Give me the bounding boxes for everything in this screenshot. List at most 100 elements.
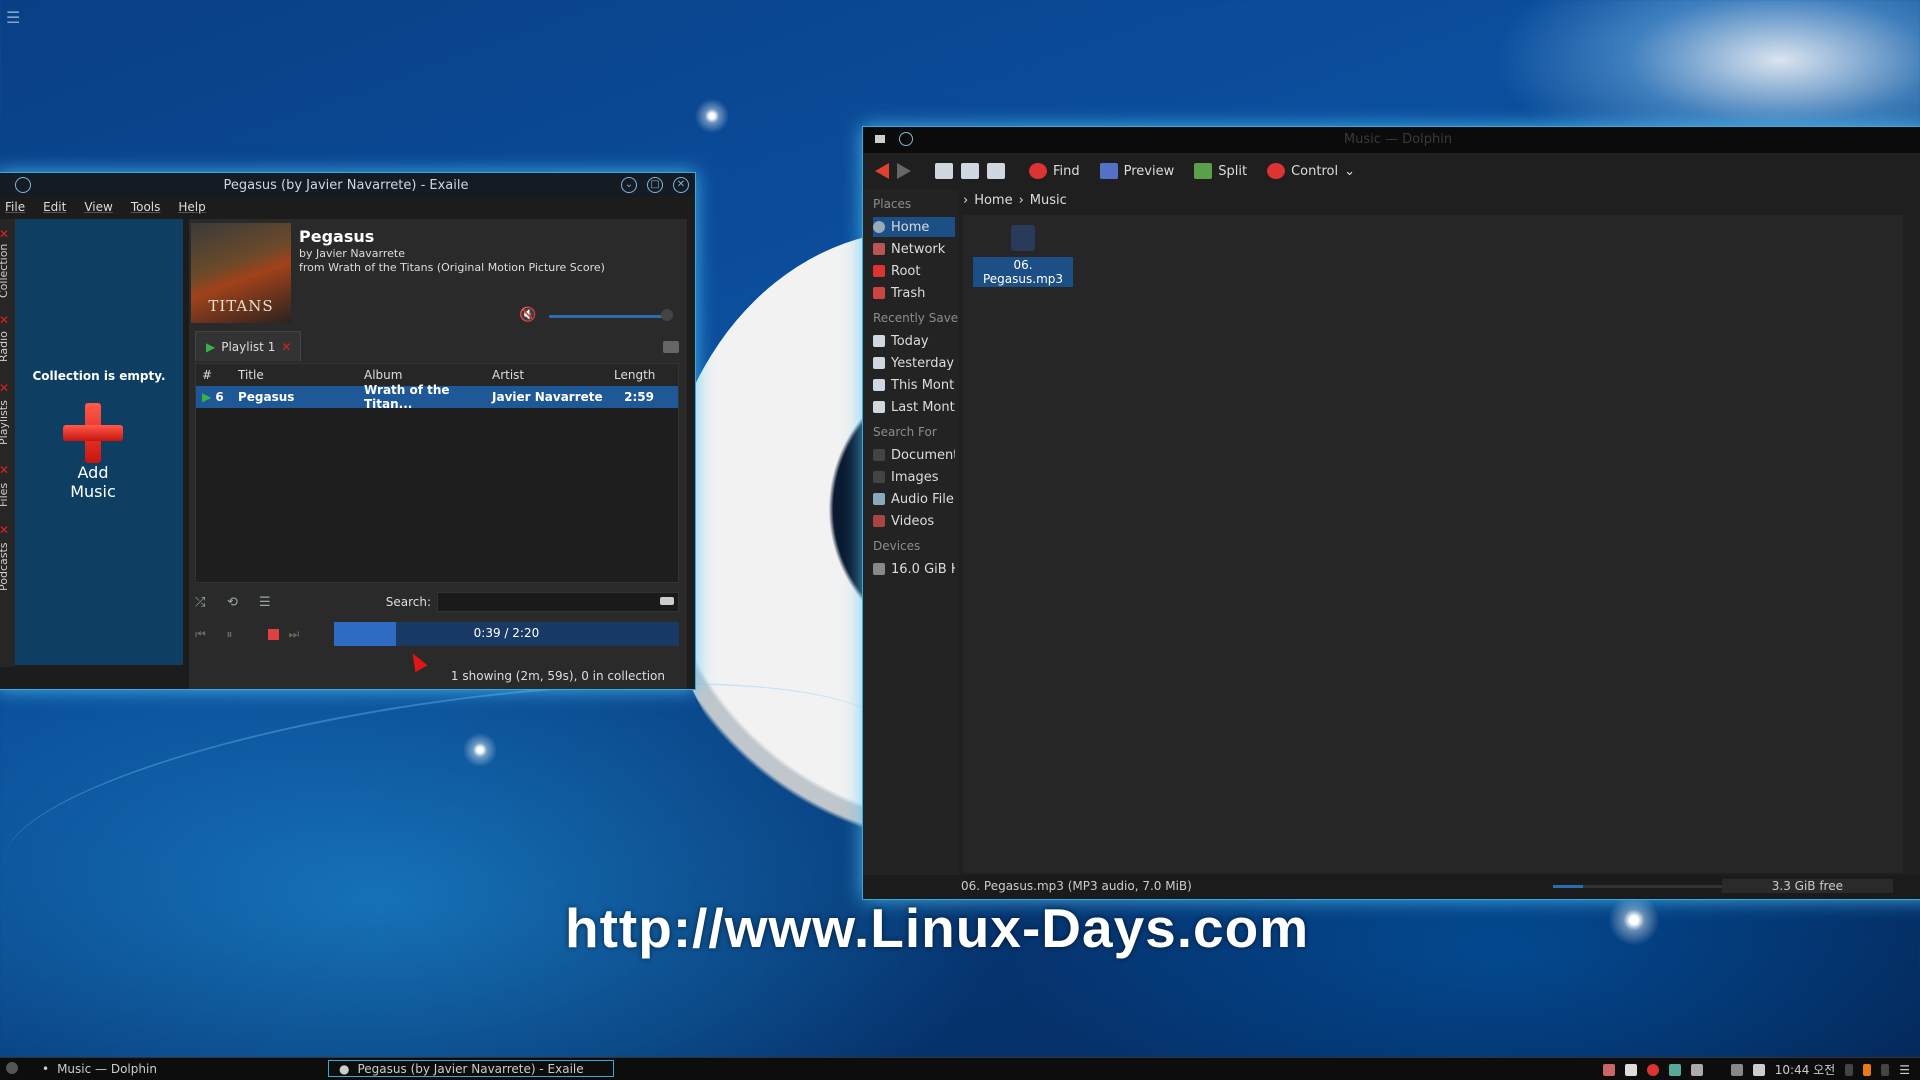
pause-icon[interactable]: ⏸	[226, 627, 257, 642]
task-dolphin[interactable]: • Music — Dolphin	[32, 1060, 322, 1077]
user-icon[interactable]	[1602, 1063, 1615, 1076]
control-button[interactable]: Control ⌄	[1261, 163, 1361, 179]
chevron-right-icon: ›	[1018, 193, 1024, 208]
menu-edit[interactable]: Edit	[43, 200, 66, 214]
recent-today[interactable]: Today	[873, 331, 955, 351]
place-trash[interactable]: Trash	[873, 283, 955, 303]
cover-title: TITANS	[208, 297, 274, 315]
preview-button[interactable]: Preview	[1094, 163, 1181, 179]
gear-icon	[1267, 163, 1286, 179]
column-length[interactable]: Length	[614, 368, 655, 382]
place-label: Root	[891, 263, 921, 279]
file-view[interactable]: 06. Pegasus.mp3	[963, 215, 1903, 873]
add-music-button[interactable]: Add Music	[53, 403, 133, 501]
x-icon[interactable]	[1624, 1063, 1637, 1076]
clock[interactable]: 10:44 오전	[1775, 1061, 1835, 1078]
tab-files[interactable]: Files	[0, 477, 15, 513]
calendar-icon	[873, 335, 885, 347]
tools-icon[interactable]	[1690, 1063, 1703, 1076]
search-documents[interactable]: Document	[873, 445, 955, 465]
search-audio[interactable]: Audio File	[873, 489, 955, 509]
menu-help[interactable]: Help	[178, 200, 205, 214]
close-tab-icon[interactable]: ✕	[0, 523, 11, 537]
dolphin-titlebar[interactable]: Music — Dolphin	[863, 127, 1920, 153]
search-videos[interactable]: Videos	[873, 511, 955, 531]
place-home[interactable]: Home	[873, 217, 955, 237]
shuffle-icon[interactable]: ⤮	[195, 595, 227, 610]
tab-playlists[interactable]: Playlists	[0, 395, 15, 451]
desktop-menu-icon[interactable]: ☰	[6, 8, 20, 27]
menu-icon[interactable]: ☰	[1899, 1063, 1910, 1077]
volume-slider[interactable]	[549, 315, 669, 318]
compact-view-icon[interactable]	[961, 163, 979, 179]
home-icon	[873, 221, 885, 233]
device-drive[interactable]: 16.0 GiB H	[873, 559, 955, 579]
column-artist[interactable]: Artist	[492, 368, 614, 382]
add-music-label: Add Music	[70, 463, 116, 501]
dynamic-icon[interactable]: ☰	[259, 595, 291, 610]
forward-icon[interactable]	[897, 163, 911, 179]
close-icon[interactable]: ✕	[673, 177, 689, 193]
clipboard-icon[interactable]	[1730, 1063, 1743, 1076]
volume-knob[interactable]	[661, 309, 673, 321]
tab-collection[interactable]: Collection	[0, 239, 15, 303]
playlist-menu-icon[interactable]	[663, 341, 679, 353]
volume-icon[interactable]: 🔇	[519, 307, 536, 323]
recent-this-month[interactable]: This Montl	[873, 375, 955, 395]
updates-icon[interactable]	[1752, 1063, 1765, 1076]
tab-playlist-1[interactable]: ▶ Playlist 1 ✕	[195, 331, 301, 361]
place-root[interactable]: Root	[873, 261, 955, 281]
file-item[interactable]: 06. Pegasus.mp3	[973, 225, 1073, 287]
calendar-icon	[873, 379, 885, 391]
row-length: 2:59	[624, 390, 654, 404]
launcher-icon[interactable]	[6, 1062, 18, 1074]
window-title: Pegasus (by Javier Navarrete) - Exaile	[223, 177, 469, 193]
exaile-titlebar[interactable]: Pegasus (by Javier Navarrete) - Exaile ⌄…	[0, 173, 695, 197]
system-tray: 10:44 오전 ☰	[1602, 1061, 1910, 1078]
next-icon[interactable]: ⏭	[289, 627, 320, 642]
zoom-slider[interactable]	[1553, 885, 1723, 888]
tab-radio[interactable]: Radio	[0, 327, 15, 367]
search-images[interactable]: Images	[873, 467, 955, 487]
menu-view[interactable]: View	[84, 200, 112, 214]
find-button[interactable]: Find	[1023, 163, 1086, 179]
column-album[interactable]: Album	[364, 368, 492, 382]
split-button[interactable]: Split	[1188, 163, 1253, 179]
close-icon[interactable]: ✕	[281, 340, 291, 354]
search-label: Audio File	[891, 491, 954, 507]
tab-podcasts[interactable]: Podcasts	[0, 537, 15, 597]
control-label: Control	[1291, 163, 1339, 179]
table-row[interactable]: ▶ 6 Pegasus Wrath of the Titan... Javier…	[196, 383, 678, 411]
menu-file[interactable]: File	[5, 200, 25, 214]
seek-bar[interactable]: 0:39 / 2:20	[333, 622, 679, 646]
prev-icon[interactable]: ⏮	[195, 627, 226, 642]
column-number[interactable]: #	[196, 368, 238, 382]
details-view-icon[interactable]	[987, 163, 1005, 179]
preview-icon	[1099, 163, 1118, 179]
pager-icon[interactable]	[1881, 1063, 1890, 1076]
battery-icon[interactable]	[1863, 1063, 1872, 1076]
close-tab-icon[interactable]: ✕	[0, 381, 11, 395]
close-tab-icon[interactable]: ✕	[0, 463, 11, 477]
task-exaile[interactable]: ● Pegasus (by Javier Navarrete) - Exaile	[328, 1060, 614, 1077]
place-network[interactable]: Network	[873, 239, 955, 259]
menu-tools[interactable]: Tools	[131, 200, 161, 214]
breadcrumb-music[interactable]: Music	[1030, 193, 1067, 208]
recent-last-month[interactable]: Last Mont	[873, 397, 955, 417]
stop-icon[interactable]	[267, 628, 279, 640]
column-title[interactable]: Title	[238, 368, 364, 382]
maximize-icon[interactable]: □	[647, 177, 663, 193]
recent-yesterday[interactable]: Yesterday	[873, 353, 955, 373]
record-icon[interactable]	[1646, 1063, 1659, 1076]
search-input[interactable]	[437, 592, 679, 612]
clear-search-icon[interactable]	[660, 597, 674, 605]
breadcrumb-home[interactable]: Home	[974, 193, 1012, 208]
search-label: Document	[891, 447, 955, 463]
minimize-icon[interactable]: ⌄	[621, 177, 637, 193]
desktop-icon[interactable]	[1845, 1063, 1854, 1076]
close-tab-icon[interactable]: ✕	[0, 313, 11, 327]
icons-view-icon[interactable]	[935, 163, 953, 179]
repeat-icon[interactable]: ⟲	[227, 595, 259, 610]
network-icon[interactable]	[1668, 1063, 1681, 1076]
back-icon[interactable]	[875, 163, 889, 179]
